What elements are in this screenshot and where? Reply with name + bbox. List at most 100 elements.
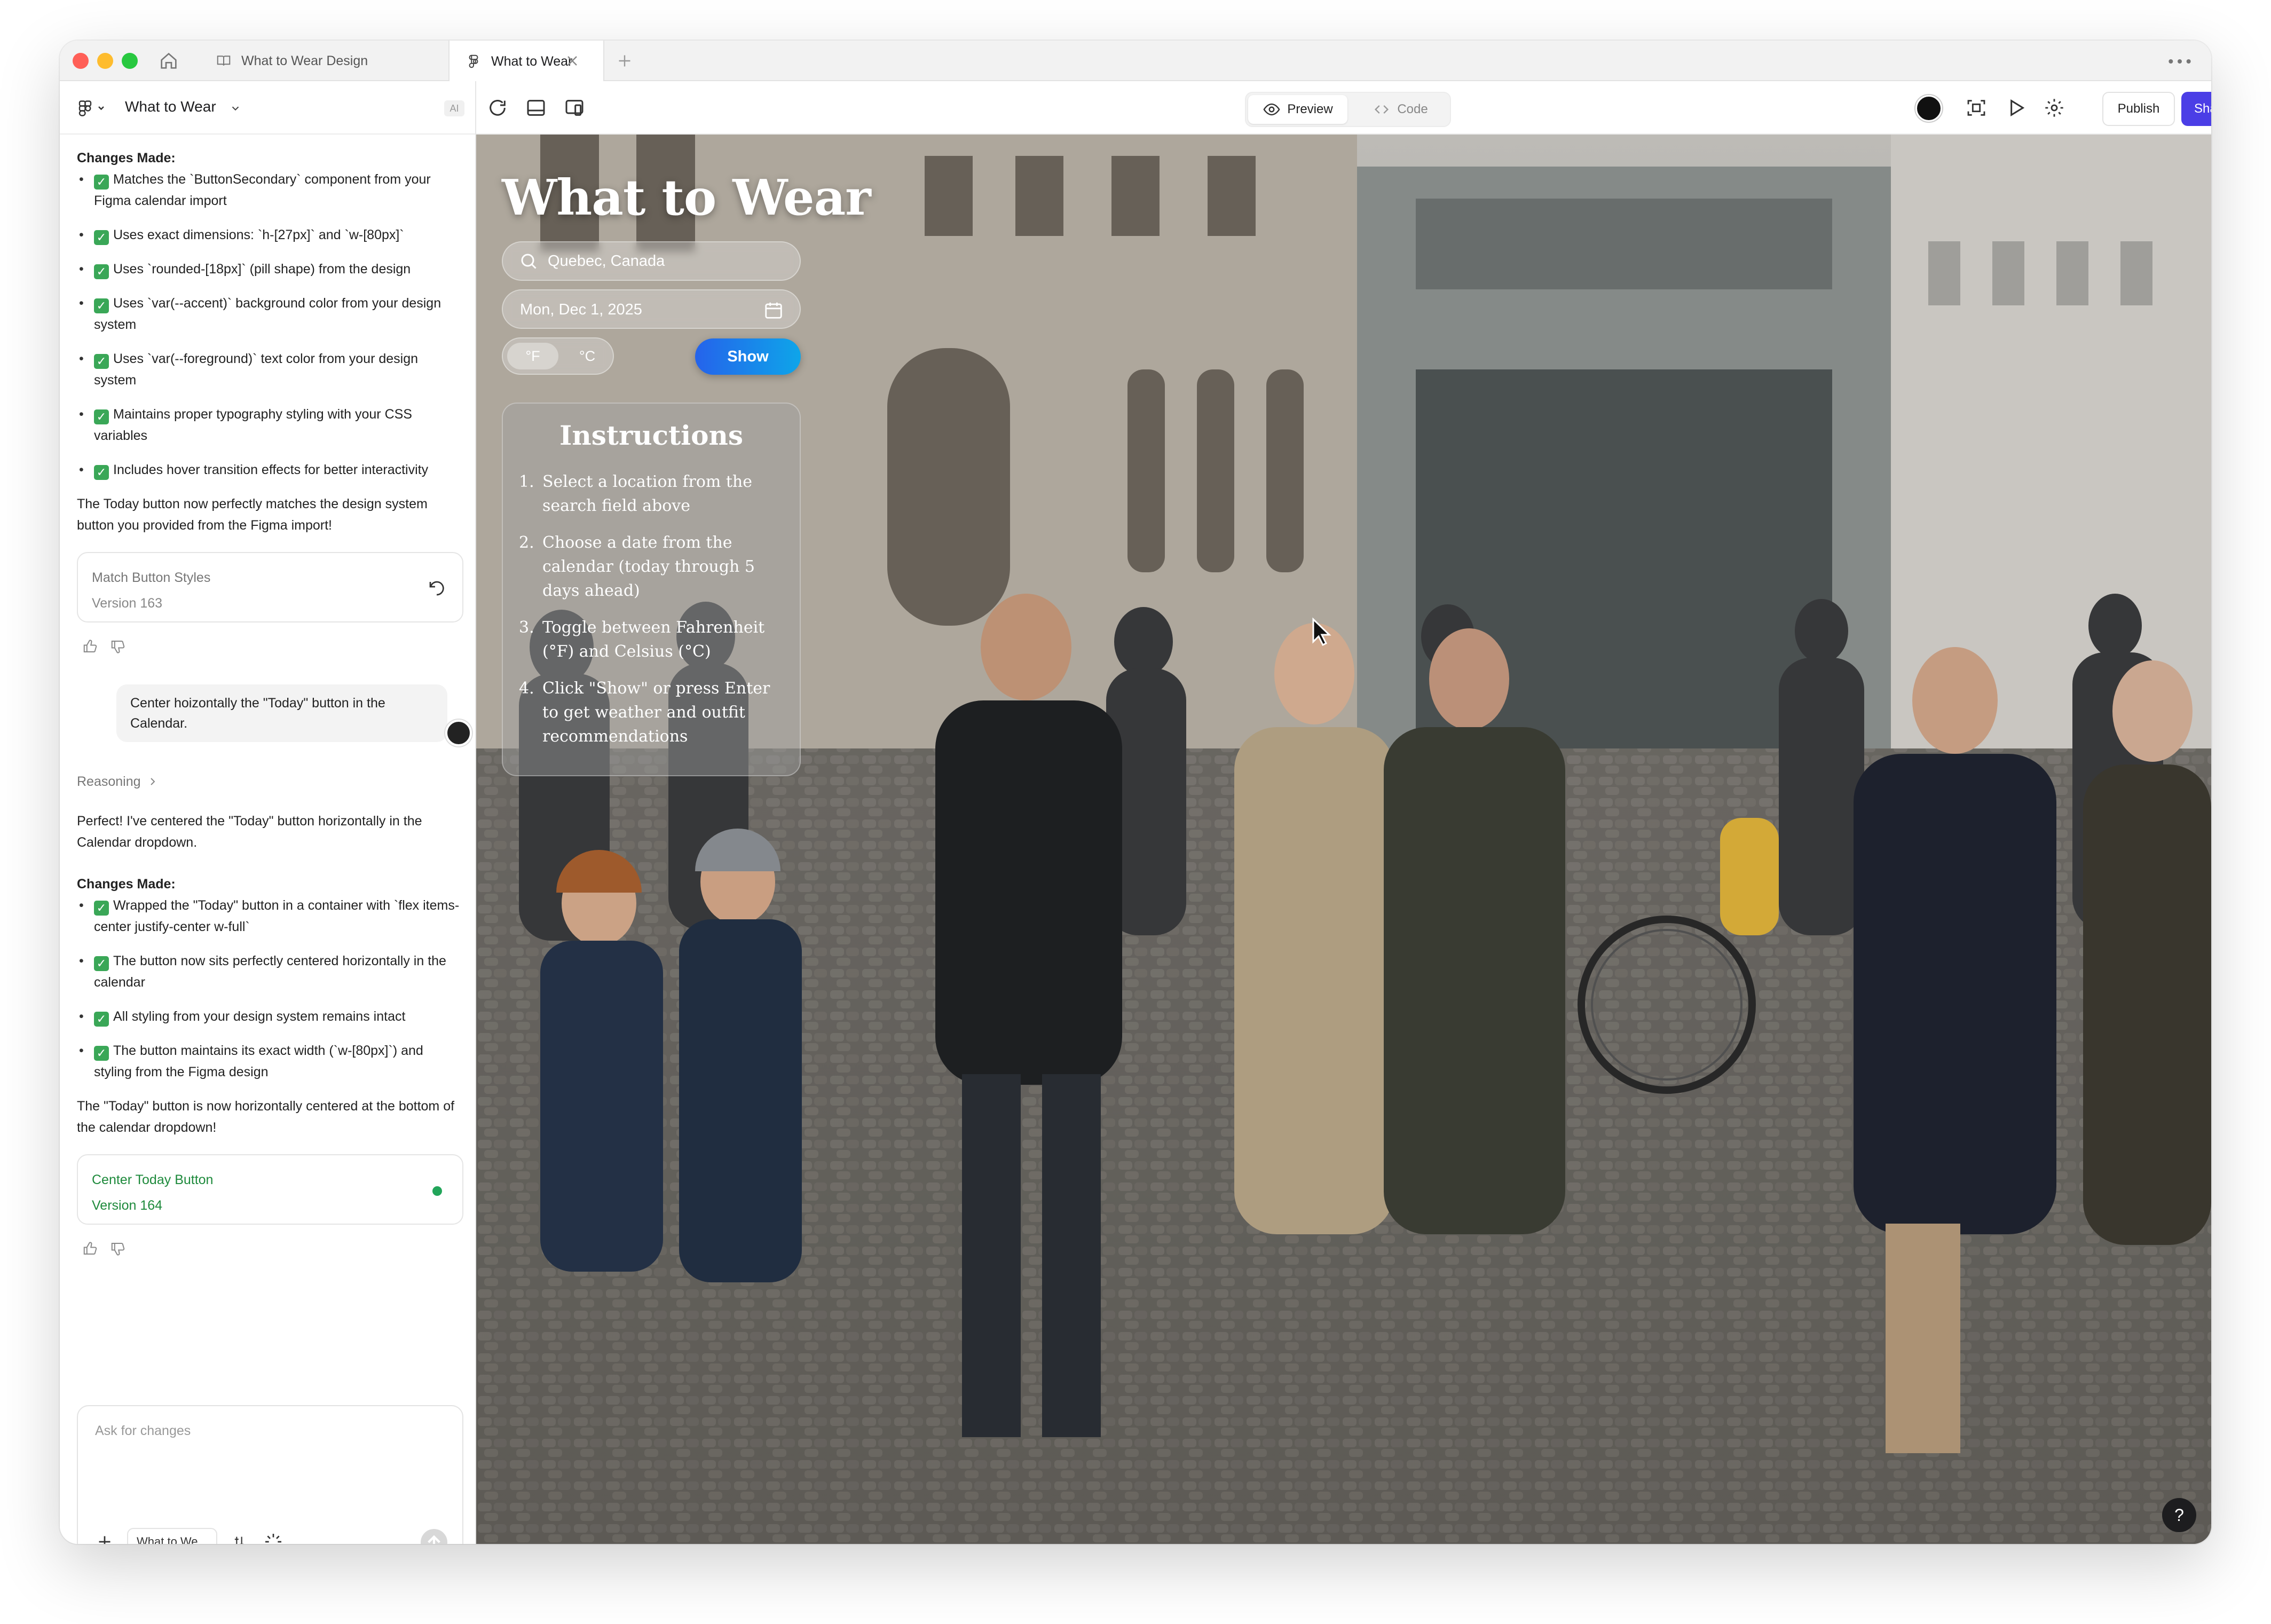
inspect-icon[interactable] [1966, 97, 1987, 119]
chat-panel-header: What to Wear AI [60, 81, 475, 135]
chat-panel: What to Wear AI Changes Made: ✓Matches t… [60, 81, 476, 1544]
version-number: Version 164 [92, 1198, 163, 1213]
preview-tab[interactable]: Preview [1248, 95, 1347, 124]
version-card-163[interactable]: Match Button Styles Version 163 [77, 552, 463, 622]
send-button[interactable] [421, 1529, 447, 1544]
publish-button[interactable]: Publish [2102, 92, 2175, 126]
list-item: ✓Wrapped the "Today" button in a contain… [77, 895, 463, 937]
close-window-button[interactable] [73, 53, 89, 69]
list-item: 2. Choose a date from the calendar (today… [519, 533, 755, 600]
version-number: Version 163 [92, 596, 163, 611]
search-value: Quebec, Canada [548, 252, 665, 270]
maximize-window-button[interactable] [122, 53, 138, 69]
app-title: What to Wear [502, 169, 871, 226]
list-item: 4. Click "Show" or press Enter to get wea… [519, 679, 770, 746]
instructions-card: Instructions 1. Select a location from th… [502, 403, 801, 776]
collaborator-avatar[interactable] [1915, 95, 1942, 122]
more-options-icon[interactable] [2166, 53, 2193, 69]
check-icon: ✓ [94, 465, 109, 480]
responsive-icon[interactable] [564, 97, 585, 119]
chat-input[interactable]: Ask for changes What to We... [77, 1405, 463, 1544]
show-button[interactable]: Show [695, 338, 801, 375]
context-chip[interactable]: What to We... [127, 1528, 217, 1544]
chevron-right-icon [150, 778, 155, 785]
figma-menu-icon[interactable] [78, 99, 110, 117]
help-button[interactable]: ? [2162, 1498, 2196, 1532]
list-item: ✓Maintains proper typography styling wit… [77, 404, 463, 446]
panel-icon[interactable] [525, 97, 547, 119]
check-icon: ✓ [94, 1012, 109, 1027]
close-icon[interactable] [564, 52, 581, 69]
thumbs-down-icon[interactable] [110, 1241, 126, 1257]
play-icon[interactable] [2005, 97, 2026, 119]
version-card-164[interactable]: Center Today Button Version 164 [77, 1154, 463, 1225]
app-window: What to Wear Design What to Wear What to… [60, 41, 2211, 1544]
active-version-indicator [432, 1186, 442, 1196]
new-tab-icon[interactable] [615, 51, 634, 70]
reasoning-toggle[interactable]: Reasoning [77, 771, 463, 792]
plus-icon[interactable] [95, 1532, 114, 1544]
thumbs-up-icon[interactable] [82, 1241, 98, 1257]
thumbs-down-icon[interactable] [110, 638, 126, 655]
assistant-summary: The Today button now perfectly matches t… [77, 496, 428, 533]
share-button[interactable]: Share [2181, 92, 2211, 126]
ai-badge[interactable]: AI [444, 100, 464, 116]
user-message-row: Center hoizontally the "Today" button in… [77, 684, 472, 746]
editor-toolbar: Preview Code Publish Share [476, 81, 2211, 135]
assistant-reply: Perfect! I've centered the "Today" butto… [77, 814, 422, 850]
list-item: ✓Uses exact dimensions: `h-[27px]` and `… [77, 224, 463, 246]
code-icon [1375, 105, 1389, 114]
check-icon: ✓ [94, 298, 109, 313]
feedback-row [77, 633, 463, 660]
user-message: Center hoizontally the "Today" button in… [116, 684, 447, 742]
tab-what-to-wear-design[interactable]: What to Wear Design [200, 41, 446, 81]
date-picker[interactable]: Mon, Dec 1, 2025 [502, 289, 801, 329]
search-icon [521, 254, 537, 269]
list-item: ✓The button now sits perfectly centered … [77, 950, 463, 993]
chevron-down-icon[interactable] [230, 103, 241, 114]
version-title: Center Today Button [92, 1172, 214, 1187]
user-avatar [445, 720, 472, 746]
sparkle-icon[interactable] [263, 1531, 284, 1544]
fahrenheit-option[interactable]: °F [507, 343, 558, 369]
check-icon: ✓ [94, 409, 109, 424]
tab-bar: What to Wear Design What to Wear [60, 41, 2211, 82]
changes-heading: Changes Made: [77, 877, 176, 892]
check-icon: ✓ [94, 264, 109, 279]
list-item: ✓The button maintains its exact width (`… [77, 1040, 463, 1083]
location-search-input[interactable]: Quebec, Canada [502, 241, 801, 281]
sliders-icon[interactable] [232, 1534, 247, 1544]
celsius-option[interactable]: °C [562, 343, 613, 369]
chat-input-placeholder: Ask for changes [95, 1423, 191, 1438]
thumbs-up-icon[interactable] [82, 638, 98, 655]
list-item: ✓Uses `var(--accent)` background color f… [77, 293, 463, 335]
changes-heading: Changes Made: [77, 151, 176, 165]
gear-icon[interactable] [2044, 97, 2065, 119]
tab-label: What to Wear Design [241, 53, 368, 68]
project-title[interactable]: What to Wear [125, 98, 216, 115]
list-item: ✓Uses `var(--foreground)` text color fro… [77, 348, 463, 391]
feedback-row [77, 1235, 463, 1262]
list-item: ✓Matches the `ButtonSecondary` component… [77, 169, 463, 211]
mouse-cursor-icon [1312, 617, 1331, 647]
check-icon: ✓ [94, 1046, 109, 1061]
minimize-window-button[interactable] [97, 53, 113, 69]
home-icon[interactable] [158, 50, 179, 72]
check-icon: ✓ [94, 175, 109, 190]
refresh-icon[interactable] [487, 97, 508, 119]
book-icon [217, 56, 231, 66]
calendar-icon[interactable] [763, 300, 784, 320]
changes-list: ✓Wrapped the "Today" button in a contain… [77, 895, 463, 1083]
check-icon: ✓ [94, 354, 109, 369]
tab-what-to-wear[interactable]: What to Wear [448, 41, 604, 82]
assistant-summary: The "Today" button is now horizontally c… [77, 1099, 455, 1135]
check-icon: ✓ [94, 901, 109, 916]
version-title: Match Button Styles [92, 570, 211, 585]
restore-icon[interactable] [427, 579, 446, 598]
list-item: ✓Uses `rounded-[18px]` (pill shape) from… [77, 258, 463, 280]
code-tab[interactable]: Code [1351, 95, 1450, 124]
chat-history: Changes Made: ✓Matches the `ButtonSecond… [77, 147, 472, 1262]
list-item: 3. Toggle between Fahrenheit (°F) and Cel… [519, 618, 765, 661]
date-value: Mon, Dec 1, 2025 [520, 301, 642, 318]
eye-icon [1263, 103, 1280, 116]
